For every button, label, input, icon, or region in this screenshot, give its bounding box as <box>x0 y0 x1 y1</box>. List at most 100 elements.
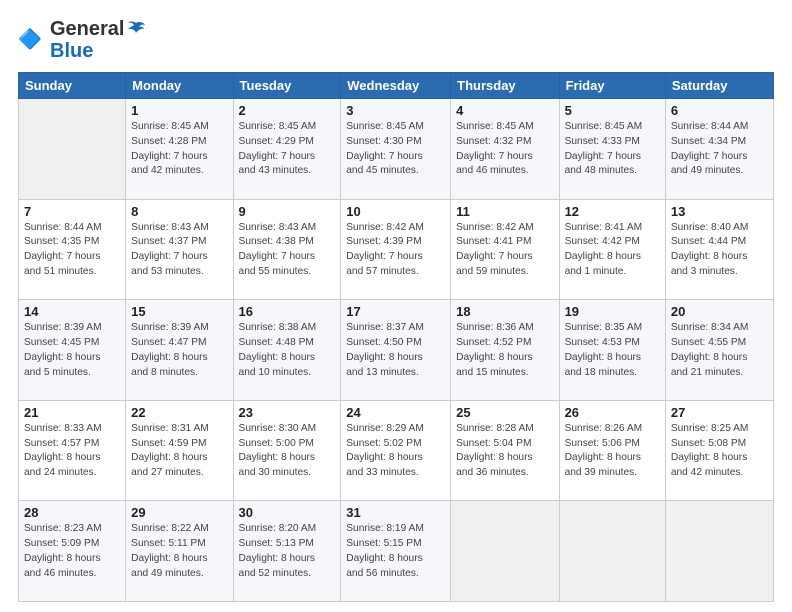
day-number: 5 <box>565 103 660 118</box>
day-cell: 28 Sunrise: 8:23 AMSunset: 5:09 PMDayligh… <box>19 501 126 602</box>
day-number: 2 <box>239 103 336 118</box>
day-number: 14 <box>24 304 120 319</box>
day-cell: 25 Sunrise: 8:28 AMSunset: 5:04 PMDayligh… <box>451 400 559 501</box>
col-header-thursday: Thursday <box>451 73 559 99</box>
day-cell: 1Sunrise: 8:45 AMSunset: 4:28 PMDaylight… <box>126 99 233 200</box>
day-cell: 23 Sunrise: 8:30 AMSunset: 5:00 PMDayligh… <box>233 400 341 501</box>
day-cell: 15Sunrise: 8:39 AMSunset: 4:47 PMDayligh… <box>126 300 233 401</box>
day-cell: 30Sunrise: 8:20 AMSunset: 5:13 PMDayligh… <box>233 501 341 602</box>
day-cell: 6 Sunrise: 8:44 AMSunset: 4:34 PMDaylight… <box>665 99 773 200</box>
day-cell: 20 Sunrise: 8:34 AMSunset: 4:55 PMDayligh… <box>665 300 773 401</box>
day-cell: 31Sunrise: 8:19 AMSunset: 5:15 PMDayligh… <box>341 501 451 602</box>
day-number: 19 <box>565 304 660 319</box>
logo: 🔷 GeneralBlue <box>18 18 146 62</box>
day-cell: 24Sunrise: 8:29 AMSunset: 5:02 PMDayligh… <box>341 400 451 501</box>
day-info: Sunrise: 8:30 AMSunset: 5:00 PMDaylight:… <box>239 422 336 481</box>
day-number: 4 <box>456 103 553 118</box>
day-cell: 18Sunrise: 8:36 AMSunset: 4:52 PMDayligh… <box>451 300 559 401</box>
day-cell: 2 Sunrise: 8:45 AMSunset: 4:29 PMDaylight… <box>233 99 341 200</box>
day-cell: 4 Sunrise: 8:45 AMSunset: 4:32 PMDaylight… <box>451 99 559 200</box>
day-info: Sunrise: 8:25 AMSunset: 5:08 PMDaylight:… <box>671 422 768 481</box>
week-row-3: 14 Sunrise: 8:39 AMSunset: 4:45 PMDayligh… <box>19 300 774 401</box>
day-number: 28 <box>24 505 120 520</box>
svg-text:🔷: 🔷 <box>18 27 42 50</box>
day-number: 12 <box>565 204 660 219</box>
day-cell: 27 Sunrise: 8:25 AMSunset: 5:08 PMDayligh… <box>665 400 773 501</box>
day-cell <box>451 501 559 602</box>
day-cell <box>559 501 665 602</box>
col-header-monday: Monday <box>126 73 233 99</box>
logo-icon: 🔷 <box>18 26 46 54</box>
day-cell: 19Sunrise: 8:35 AMSunset: 4:53 PMDayligh… <box>559 300 665 401</box>
day-cell: 26 Sunrise: 8:26 AMSunset: 5:06 PMDayligh… <box>559 400 665 501</box>
day-cell: 17 Sunrise: 8:37 AMSunset: 4:50 PMDayligh… <box>341 300 451 401</box>
day-number: 8 <box>131 204 227 219</box>
day-info: Sunrise: 8:40 AMSunset: 4:44 PMDaylight:… <box>671 221 768 280</box>
day-info: Sunrise: 8:39 AMSunset: 4:45 PMDaylight:… <box>24 321 120 380</box>
day-info: Sunrise: 8:28 AMSunset: 5:04 PMDaylight:… <box>456 422 553 481</box>
day-number: 7 <box>24 204 120 219</box>
day-info: Sunrise: 8:45 AMSunset: 4:29 PMDaylight:… <box>239 120 336 179</box>
week-row-1: 1Sunrise: 8:45 AMSunset: 4:28 PMDaylight… <box>19 99 774 200</box>
day-number: 6 <box>671 103 768 118</box>
day-cell: 22Sunrise: 8:31 AMSunset: 4:59 PMDayligh… <box>126 400 233 501</box>
day-info: Sunrise: 8:42 AMSunset: 4:41 PMDaylight:… <box>456 221 553 280</box>
day-info: Sunrise: 8:42 AMSunset: 4:39 PMDaylight:… <box>346 221 445 280</box>
day-number: 27 <box>671 405 768 420</box>
day-info: Sunrise: 8:44 AMSunset: 4:34 PMDaylight:… <box>671 120 768 179</box>
day-number: 29 <box>131 505 227 520</box>
col-header-friday: Friday <box>559 73 665 99</box>
day-info: Sunrise: 8:22 AMSunset: 5:11 PMDaylight:… <box>131 522 227 581</box>
day-info: Sunrise: 8:23 AMSunset: 5:09 PMDaylight:… <box>24 522 120 581</box>
day-number: 26 <box>565 405 660 420</box>
day-number: 25 <box>456 405 553 420</box>
day-info: Sunrise: 8:19 AMSunset: 5:15 PMDaylight:… <box>346 522 445 581</box>
day-info: Sunrise: 8:26 AMSunset: 5:06 PMDaylight:… <box>565 422 660 481</box>
logo-blue: Blue <box>50 40 146 62</box>
week-row-5: 28 Sunrise: 8:23 AMSunset: 5:09 PMDayligh… <box>19 501 774 602</box>
day-number: 20 <box>671 304 768 319</box>
day-number: 21 <box>24 405 120 420</box>
day-info: Sunrise: 8:41 AMSunset: 4:42 PMDaylight:… <box>565 221 660 280</box>
day-cell: 3Sunrise: 8:45 AMSunset: 4:30 PMDaylight… <box>341 99 451 200</box>
day-info: Sunrise: 8:37 AMSunset: 4:50 PMDaylight:… <box>346 321 445 380</box>
day-number: 3 <box>346 103 445 118</box>
day-cell: 10Sunrise: 8:42 AMSunset: 4:39 PMDayligh… <box>341 199 451 300</box>
col-header-sunday: Sunday <box>19 73 126 99</box>
day-number: 9 <box>239 204 336 219</box>
header-row: SundayMondayTuesdayWednesdayThursdayFrid… <box>19 73 774 99</box>
day-number: 15 <box>131 304 227 319</box>
day-number: 13 <box>671 204 768 219</box>
day-info: Sunrise: 8:34 AMSunset: 4:55 PMDaylight:… <box>671 321 768 380</box>
day-info: Sunrise: 8:45 AMSunset: 4:33 PMDaylight:… <box>565 120 660 179</box>
day-number: 1 <box>131 103 227 118</box>
day-cell: 14 Sunrise: 8:39 AMSunset: 4:45 PMDayligh… <box>19 300 126 401</box>
day-info: Sunrise: 8:38 AMSunset: 4:48 PMDaylight:… <box>239 321 336 380</box>
week-row-2: 7Sunrise: 8:44 AMSunset: 4:35 PMDaylight… <box>19 199 774 300</box>
day-info: Sunrise: 8:33 AMSunset: 4:57 PMDaylight:… <box>24 422 120 481</box>
day-cell: 7Sunrise: 8:44 AMSunset: 4:35 PMDaylight… <box>19 199 126 300</box>
day-cell: 13 Sunrise: 8:40 AMSunset: 4:44 PMDayligh… <box>665 199 773 300</box>
day-number: 11 <box>456 204 553 219</box>
col-header-saturday: Saturday <box>665 73 773 99</box>
day-number: 16 <box>239 304 336 319</box>
header: 🔷 GeneralBlue <box>18 18 774 62</box>
day-number: 23 <box>239 405 336 420</box>
col-header-wednesday: Wednesday <box>341 73 451 99</box>
logo-text: GeneralBlue <box>50 18 146 62</box>
day-cell <box>665 501 773 602</box>
day-cell <box>19 99 126 200</box>
day-info: Sunrise: 8:43 AMSunset: 4:37 PMDaylight:… <box>131 221 227 280</box>
day-info: Sunrise: 8:31 AMSunset: 4:59 PMDaylight:… <box>131 422 227 481</box>
day-info: Sunrise: 8:45 AMSunset: 4:32 PMDaylight:… <box>456 120 553 179</box>
calendar-table: SundayMondayTuesdayWednesdayThursdayFrid… <box>18 72 774 602</box>
week-row-4: 21 Sunrise: 8:33 AMSunset: 4:57 PMDayligh… <box>19 400 774 501</box>
page: 🔷 GeneralBlue SundayMondayTuesdayWednesd… <box>0 0 792 612</box>
day-cell: 8 Sunrise: 8:43 AMSunset: 4:37 PMDaylight… <box>126 199 233 300</box>
logo-general: General <box>50 18 124 40</box>
day-number: 17 <box>346 304 445 319</box>
day-cell: 16 Sunrise: 8:38 AMSunset: 4:48 PMDayligh… <box>233 300 341 401</box>
day-number: 30 <box>239 505 336 520</box>
day-cell: 5 Sunrise: 8:45 AMSunset: 4:33 PMDaylight… <box>559 99 665 200</box>
day-cell: 9Sunrise: 8:43 AMSunset: 4:38 PMDaylight… <box>233 199 341 300</box>
